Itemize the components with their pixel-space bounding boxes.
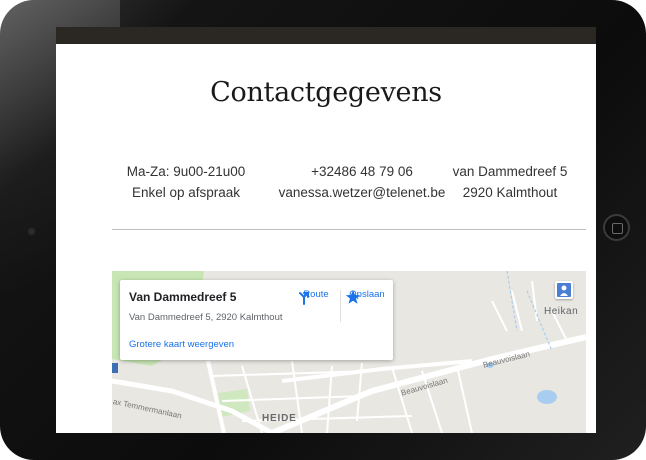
phone-number[interactable]: +32486 48 79 06 xyxy=(278,161,446,182)
map-label-heikant: Heikan xyxy=(544,306,579,317)
route-shield xyxy=(112,363,118,373)
address: van Dammedreef 5 2920 Kalmthout xyxy=(446,161,574,203)
screen: Contactgegevens Ma-Za: 9u00-21u00 Enkel … xyxy=(56,27,596,433)
pond xyxy=(537,390,557,404)
page-title: Contactgegevens xyxy=(210,77,442,108)
home-button[interactable] xyxy=(603,214,630,241)
route-button[interactable]: Route xyxy=(296,286,336,328)
city-address: 2920 Kalmthout xyxy=(462,185,558,200)
card-separator xyxy=(340,290,341,322)
front-camera xyxy=(27,227,36,236)
larger-map-link[interactable]: Grotere kaart weergeven xyxy=(129,339,234,350)
map-label-heide: HEIDE xyxy=(262,413,297,424)
site-top-bar xyxy=(56,27,596,44)
place-name: Van Dammedreef 5 xyxy=(129,290,237,304)
email-address[interactable]: vanessa.wetzer@telenet.be xyxy=(278,182,446,203)
save-button[interactable]: Opslaan xyxy=(345,286,389,328)
contact-details: +32486 48 79 06 vanessa.wetzer@telenet.b… xyxy=(278,161,446,203)
place-info-card: Van Dammedreef 5 Van Dammedreef 5, 2920 … xyxy=(120,280,393,360)
route-arrow-icon xyxy=(299,292,309,305)
pegman-icon[interactable] xyxy=(555,281,573,299)
opening-hours: Ma-Za: 9u00-21u00 Enkel op afspraak xyxy=(126,161,246,203)
street-address: van Dammedreef 5 xyxy=(452,164,568,179)
place-address: Van Dammedreef 5, 2920 Kalmthout xyxy=(129,312,283,323)
embedded-map[interactable]: Heikan HEIDE Beauvoislaan Beauvoislaan a… xyxy=(112,271,586,433)
star-icon xyxy=(345,290,361,304)
appointment-text: Enkel op afspraak xyxy=(131,185,241,200)
hours-text: Ma-Za: 9u00-21u00 xyxy=(126,164,246,179)
section-divider xyxy=(112,229,586,230)
tablet-device: Contactgegevens Ma-Za: 9u00-21u00 Enkel … xyxy=(0,0,646,460)
